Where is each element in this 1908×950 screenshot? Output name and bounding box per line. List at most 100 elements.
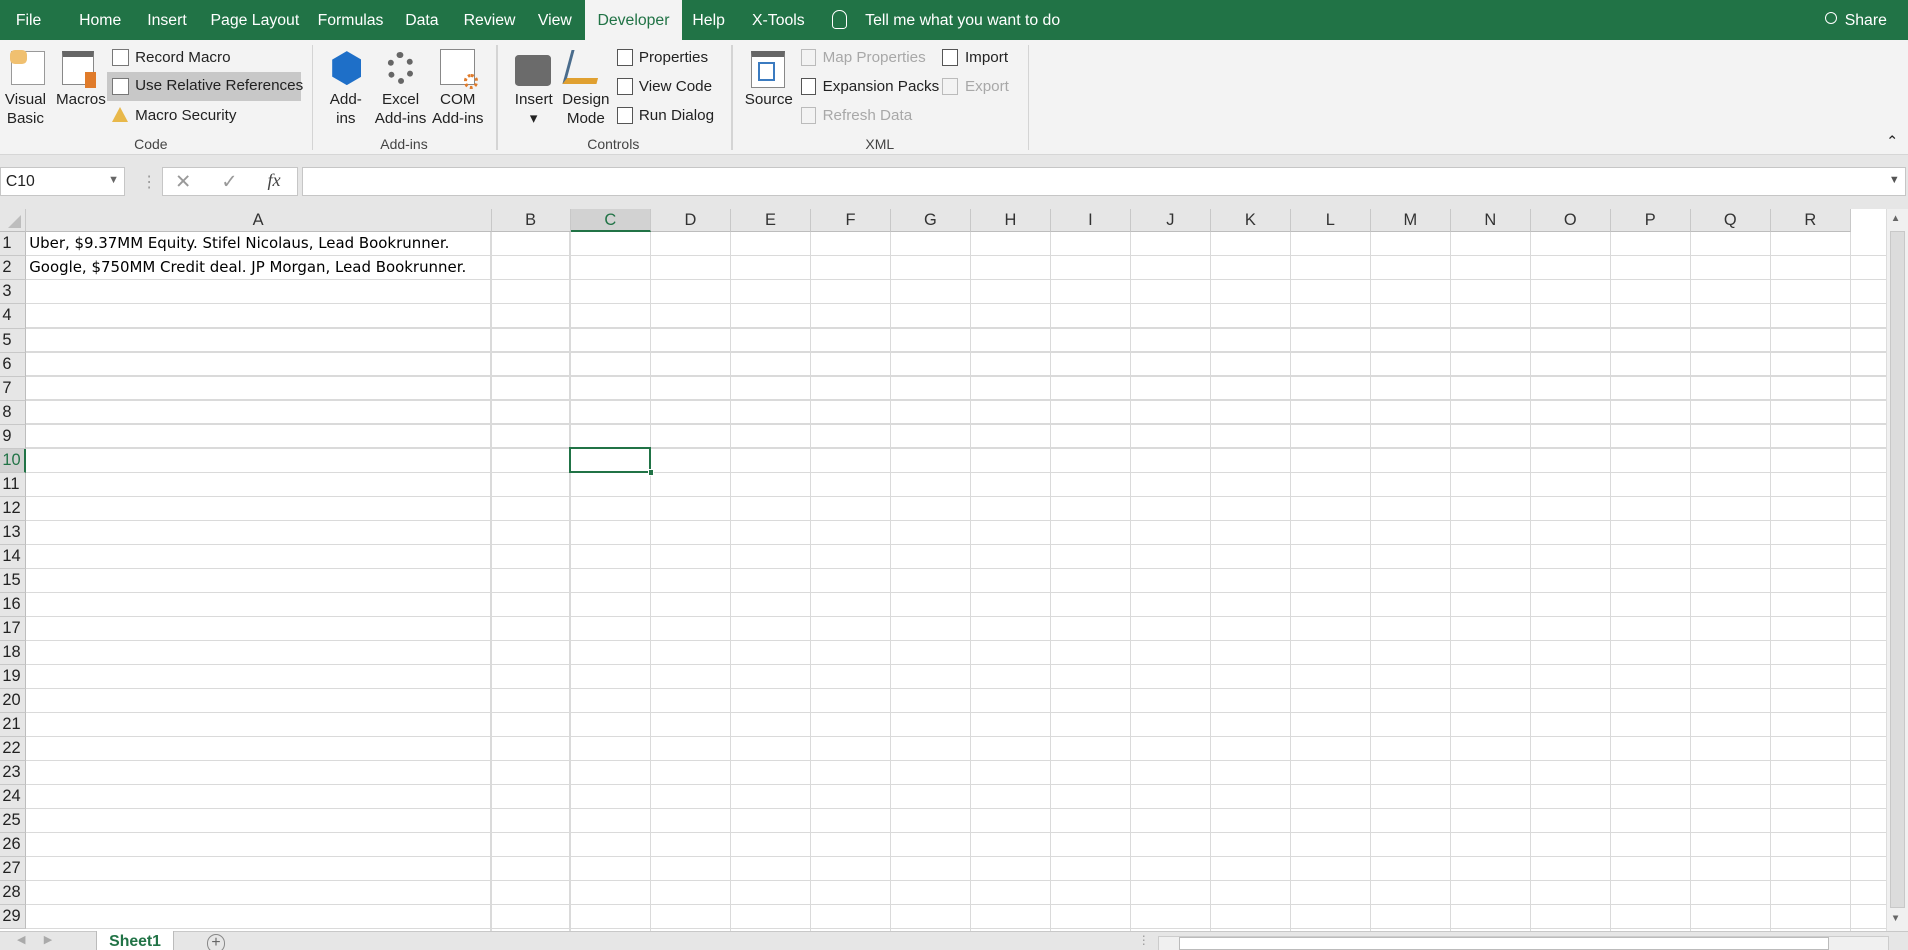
row-header-6[interactable]: 6 [0,352,26,377]
tab-insert[interactable]: Insert [147,0,187,40]
tab-x-tools[interactable]: X-Tools [752,0,805,40]
column-header-D[interactable]: D [651,209,731,233]
row-header-20[interactable]: 20 [0,689,26,714]
row-header-1[interactable]: 1 [0,232,26,257]
source-button[interactable]: Source [745,90,793,109]
export-button[interactable]: Export [965,78,1009,95]
row-header-16[interactable]: 16 [0,592,26,617]
collapse-ribbon-button[interactable]: ⌃ [1886,133,1898,150]
prev-sheet-icon[interactable]: ◀ [17,933,25,946]
row-header-9[interactable]: 9 [0,424,26,449]
column-header-N[interactable]: N [1450,209,1531,233]
tab-home[interactable]: Home [79,0,121,40]
row-header-24[interactable]: 24 [0,785,26,810]
refresh-data-button[interactable]: Refresh Data [823,107,913,124]
row-header-19[interactable]: 19 [0,664,26,690]
row-header-18[interactable]: 18 [0,640,26,665]
row-header-13[interactable]: 13 [0,520,26,545]
tab-page-layout[interactable]: Page Layout [211,0,300,40]
record-macro-button[interactable]: Record Macro [135,49,230,66]
row-header-8[interactable]: 8 [0,400,26,425]
column-header-A[interactable]: A [25,209,492,233]
com-addins-button[interactable]: COM Add-ins [432,90,484,129]
share-button[interactable]: Share [1845,0,1887,40]
tab-developer[interactable]: Developer [585,0,682,41]
tab-data[interactable]: Data [405,0,438,40]
macros-button[interactable]: Macros [56,90,106,109]
column-header-P[interactable]: P [1610,209,1691,233]
row-header-7[interactable]: 7 [0,376,26,401]
insert-function-icon[interactable]: fx [267,170,280,191]
expansion-packs-button[interactable]: Expansion Packs [823,78,940,95]
run-dialog-button[interactable]: Run Dialog [639,107,714,124]
row-header-23[interactable]: 23 [0,761,26,786]
column-header-G[interactable]: G [890,209,971,233]
column-header-J[interactable]: J [1130,209,1211,233]
cell-A2[interactable]: Google, $750MM Credit deal. JP Morgan, L… [29,256,466,279]
fill-handle[interactable] [647,469,654,476]
cancel-icon[interactable]: ✕ [175,170,191,194]
tab-help[interactable]: Help [692,0,725,40]
scroll-thumb[interactable] [1889,231,1906,908]
view-code-button[interactable]: View Code [639,78,712,95]
expand-formula-icon[interactable]: ▼ [1889,174,1900,186]
properties-button[interactable]: Properties [639,49,708,66]
map-properties-button[interactable]: Map Properties [823,49,926,66]
row-header-15[interactable]: 15 [0,568,26,593]
row-header-11[interactable]: 11 [0,472,26,497]
row-header-21[interactable]: 21 [0,713,26,738]
column-header-M[interactable]: M [1370,209,1451,233]
design-mode-button[interactable]: Design Mode [562,90,609,129]
select-all-button[interactable] [0,209,26,233]
addins-button[interactable]: Add-ins [330,90,362,129]
tab-file[interactable]: File [16,0,41,40]
tab-formulas[interactable]: Formulas [318,0,384,40]
enter-icon[interactable]: ✓ [221,170,237,194]
import-button[interactable]: Import [965,49,1008,66]
tab-view[interactable]: View [538,0,572,40]
column-header-C[interactable]: C [570,209,651,233]
tell-me-search[interactable]: Tell me what you want to do [865,0,1060,40]
cell-A1[interactable]: Uber, $9.37MM Equity. Stifel Nicolaus, L… [29,232,449,255]
scroll-up-icon[interactable]: ▲ [1891,213,1901,224]
worksheet-grid[interactable]: A B C D E F G H I J K L M N O P Q R 1 2 3 4 5 6 7 8 9 10 11 12 13 14 15 1… [0,209,1887,931]
row-header-3[interactable]: 3 [0,280,26,305]
column-header-L[interactable]: L [1290,209,1371,233]
name-box[interactable]: C10 ▼ [0,166,126,196]
visual-basic-button[interactable]: Visual Basic [5,90,46,129]
row-header-12[interactable]: 12 [0,496,26,521]
row-header-2[interactable]: 2 [0,256,26,281]
formula-input[interactable]: ▼ [301,166,1906,196]
row-header-4[interactable]: 4 [0,304,26,329]
column-header-E[interactable]: E [730,209,811,233]
horizontal-scrollbar[interactable] [1158,935,1889,950]
horizontal-scroll-thumb[interactable] [1178,936,1829,950]
column-header-O[interactable]: O [1530,209,1611,233]
insert-control-button[interactable]: Insert ▾ [515,90,553,129]
row-header-17[interactable]: 17 [0,616,26,641]
row-header-28[interactable]: 28 [0,881,26,906]
row-header-10[interactable]: 10 [0,448,26,473]
add-sheet-button[interactable]: + [206,934,226,950]
scroll-down-icon[interactable]: ▼ [1891,913,1901,924]
column-header-I[interactable]: I [1050,209,1131,233]
macro-security-button[interactable]: Macro Security [135,107,236,124]
row-header-26[interactable]: 26 [0,833,26,858]
column-header-Q[interactable]: Q [1690,209,1771,233]
excel-addins-button[interactable]: Excel Add-ins [375,90,427,129]
column-header-H[interactable]: H [970,209,1051,233]
next-sheet-icon[interactable]: ▶ [44,933,52,946]
row-header-25[interactable]: 25 [0,809,26,834]
row-header-29[interactable]: 29 [0,905,26,930]
tab-review[interactable]: Review [464,0,516,40]
row-header-14[interactable]: 14 [0,544,26,569]
active-cell-selection[interactable] [569,447,654,476]
column-header-F[interactable]: F [810,209,891,233]
column-header-R[interactable]: R [1770,209,1851,233]
row-header-27[interactable]: 27 [0,857,26,882]
column-header-B[interactable]: B [491,209,571,233]
use-relative-references-button[interactable]: Use Relative References [107,71,303,101]
sheet-tab-sheet1[interactable]: Sheet1 [96,930,174,950]
column-header-K[interactable]: K [1210,209,1291,233]
split-handle-icon[interactable]: ⋮ [1138,933,1150,947]
